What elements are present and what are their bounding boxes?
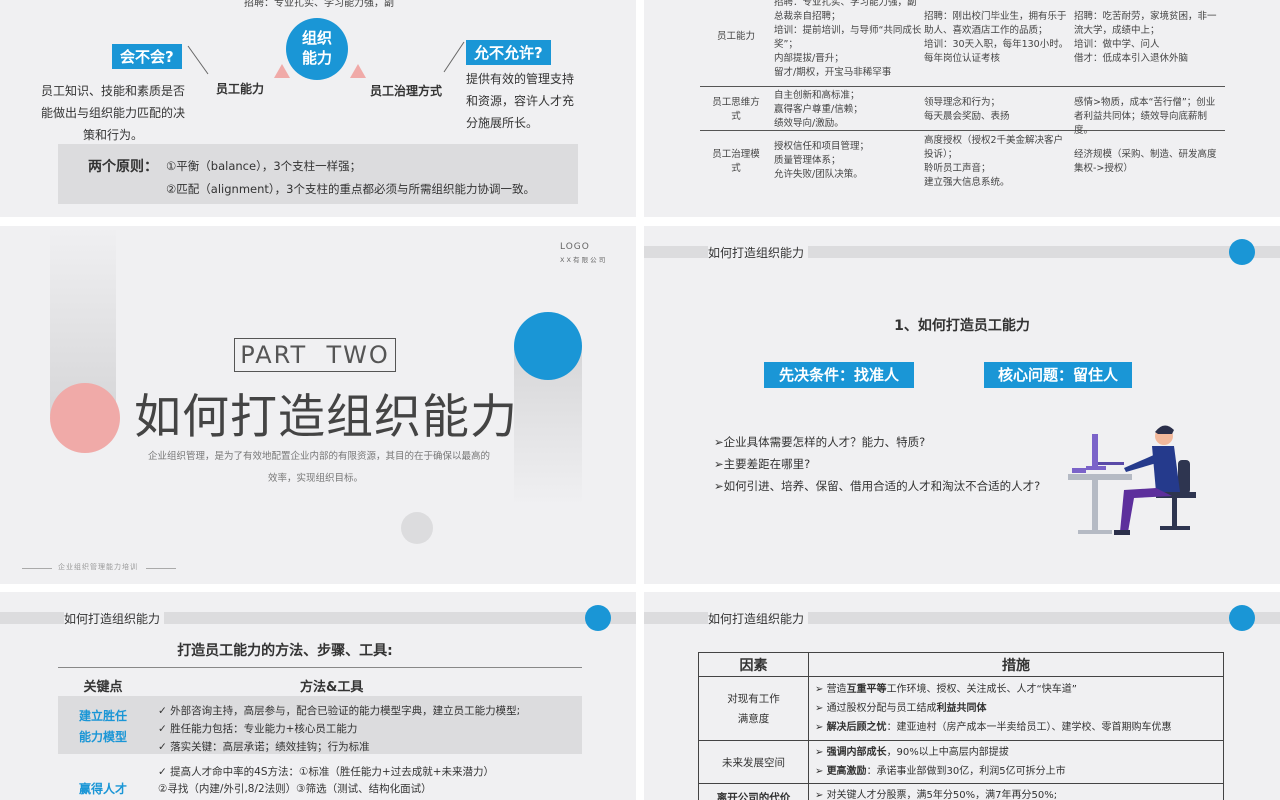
- section-title: 如何打造组织能力: [134, 390, 518, 445]
- slide-thumbnail-5[interactable]: 如何打造组织能力 打造员工能力的方法、步骤、工具: 关键点 方法&工具 建立胜任…: [0, 592, 636, 800]
- row-label: 员工能力: [716, 31, 755, 42]
- slide-header: 如何打造组织能力: [708, 244, 809, 261]
- footer-text: 企业组织管理能力培训: [58, 563, 138, 571]
- principle-alignment: ②匹配（alignment），3个支柱的重点都必须与所需组织能力协调一致。: [166, 182, 535, 196]
- col-header-methods: 方法&工具: [300, 680, 364, 695]
- employee-governance-label: 员工治理方式: [370, 84, 443, 98]
- factor-cell: 对现有工作 满意度: [698, 676, 809, 741]
- measures-table: 因素 措施 对现有工作 满意度 ➢ 营造互重平等工作环境、授权、关注成长、人才“…: [698, 652, 1224, 800]
- method-item: ✓ 提高人才命中率的4S方法：①标准（胜任能力+过去成就+未来潜力）: [158, 766, 494, 778]
- company-a-cell: 授权信任和项目管理； 质量管理体系； 允许失败/团队决策。: [774, 141, 870, 180]
- company-c-cell: 经济规模（采购、制造、研发高度集权->授权）: [1074, 149, 1217, 174]
- measure-item: ➢ 解决后顾之忧：建亚迪村（房产成本一半卖给员工）、建学校、零首期购车优惠: [815, 722, 1172, 733]
- method-item: ✓ 外部咨询主持，高层参与，配合已验证的能力模型字典，建立员工能力模型;: [158, 705, 521, 717]
- triangle-left-shape: [274, 64, 290, 78]
- top-cut-text: 招聘：专业扎实、学习能力强，副: [244, 0, 394, 9]
- row-label: 员工思维方式: [712, 97, 760, 122]
- triangle-right-shape: [350, 64, 366, 78]
- factor-cell: 离开公司的代价: [698, 783, 809, 800]
- col-header-factor: 因素: [698, 652, 809, 677]
- header-dot: [585, 605, 611, 631]
- small-gray-circle: [401, 512, 433, 544]
- row-label: 员工治理模式: [712, 149, 760, 174]
- company-b-cell: 领导理念和行为； 每天晨会奖励、表扬: [924, 97, 1010, 122]
- measure-item: ➢ 强调内部成长，90%以上中高层内部提拔: [815, 747, 1009, 758]
- col-header-key: 关键点: [83, 680, 123, 695]
- measures-cell: ➢ 营造互重平等工作环境、授权、关注成长、人才“快车道” ➢ 通过股权分配与员工…: [808, 676, 1224, 741]
- question-2: ➢主要差距在哪里?: [714, 457, 811, 471]
- blue-circle: [514, 312, 582, 380]
- org-capability-circle: 组织 能力: [286, 18, 348, 80]
- company-a-cell: 自主创新和高标准； 赢得客户尊重/信赖； 绩效导向/激励。: [774, 90, 863, 129]
- company-b-cell: 招聘：刚出校门毕业生，拥有乐于助人、喜欢酒店工作的品质； 培训：30天入职，每年…: [924, 11, 1069, 64]
- section-desc-line2: 效率，实现组织目标。: [268, 473, 364, 484]
- principle-balance: ①平衡（balance），3个支柱一样强；: [166, 159, 362, 173]
- question-3: ➢如何引进、培养、保留、借用合适的人才和淘汰不合适的人才?: [714, 479, 1041, 493]
- company-a-cell: 招聘：专业扎实、学习能力强，副总裁亲自招聘； 培训：提前培训，与导师“共同成长奖…: [774, 0, 922, 78]
- logo-text: LOGO: [560, 242, 590, 252]
- key-point-label: 赢得人才: [78, 782, 127, 796]
- measures-cell: ➢ 强调内部成长，90%以上中高层内部提拔 ➢ 更高激励：承诺事业部做到30亿，…: [808, 740, 1224, 784]
- method-item: ②寻找（内建/外引,8/2法则）③筛选（测试、结构化面试）: [158, 783, 432, 795]
- header-dot: [1229, 239, 1255, 265]
- left-description: 员工知识、技能和素质是否能做出与组织能力匹配的决策和行为。: [40, 84, 185, 142]
- prerequisite-box: 先决条件：找准人: [764, 362, 914, 388]
- section-desc-line1: 企业组织管理，是为了有效地配置企业内部的有限资源，其目的在于确保以最高的: [148, 451, 491, 462]
- left-tag: 会不会?: [112, 44, 182, 69]
- employee-capability-label: 员工能力: [216, 82, 265, 96]
- slide-title: 打造员工能力的方法、步骤、工具:: [177, 643, 393, 659]
- core-issue-box: 核心问题：留住人: [984, 362, 1132, 388]
- principles-title: 两个原则：: [88, 159, 158, 175]
- table-top-rule: [58, 667, 582, 668]
- measure-item: ➢ 对关键人才分股票，满5年分50%，满7年再分50%;: [815, 790, 1058, 800]
- company-c-cell: 感情>物质，成本“苦行僧”；创业者利益共同体；绩效导向底薪制度。: [1074, 97, 1216, 136]
- measure-item: ➢ 更高激励：承诺事业部做到30亿，利润5亿可拆分上市: [815, 766, 1066, 777]
- slide-thumbnail-4[interactable]: 如何打造组织能力 1、如何打造员工能力 先决条件：找准人 核心问题：留住人 ➢企…: [644, 226, 1280, 584]
- slide-thumbnail-6[interactable]: 如何打造组织能力 因素 措施 对现有工作 满意度 ➢ 营造互重平等工作环境、授权…: [644, 592, 1280, 800]
- question-1: ➢企业具体需要怎样的人才？能力、特质?: [714, 435, 926, 449]
- right-connector-line: [443, 41, 465, 73]
- col-header-measures: 措施: [808, 652, 1224, 677]
- part-two-box: PART TWO: [234, 338, 396, 372]
- right-tag: 允不允许?: [466, 40, 551, 65]
- header-dot: [1229, 605, 1255, 631]
- right-description: 提供有效的管理支持和资源，容许人才充分施展所长。: [466, 72, 575, 130]
- footer-rule-left: [22, 568, 52, 569]
- measures-cell: ➢ 对关键人才分股票，满5年分50%，满7年再分50%;: [808, 783, 1224, 800]
- person-at-desk-illustration: [1068, 425, 1196, 535]
- slide-header: 如何打造组织能力: [64, 610, 165, 627]
- factor-cell: 未来发展空间: [698, 740, 809, 784]
- pink-circle: [50, 383, 120, 453]
- slide-thumbnail-2[interactable]: 员工能力 招聘：专业扎实、学习能力强，副总裁亲自招聘； 培训：提前培训，与导师“…: [644, 0, 1280, 217]
- company-b-cell: 高度授权（授权2千美金解决客户投诉）； 聆听员工声音； 建立强大信息系统。: [924, 135, 1064, 188]
- left-connector-line: [187, 45, 209, 75]
- slide-title: 1、如何打造员工能力: [894, 318, 1030, 334]
- slide-thumbnail-3[interactable]: LOGO X X 有 限 公 司 PART TWO 如何打造组织能力 企业组织管…: [0, 226, 636, 584]
- measure-item: ➢ 营造互重平等工作环境、授权、关注成长、人才“快车道”: [815, 684, 1077, 695]
- method-item: ✓ 胜任能力包括：专业能力+核心员工能力: [158, 723, 358, 735]
- method-item: ✓ 落实关键：高层承诺；绩效挂钩；行为标准: [158, 741, 370, 753]
- principles-box: 两个原则： ①平衡（balance），3个支柱一样强； ②匹配（alignmen…: [58, 144, 578, 204]
- table-divider: [700, 86, 1225, 87]
- slide-thumbnail-1[interactable]: 招聘：专业扎实、学习能力强，副 组织 能力 会不会? 员工知识、技能和素质是否能…: [0, 0, 636, 217]
- company-name: X X 有 限 公 司: [560, 256, 606, 264]
- slide-header: 如何打造组织能力: [708, 610, 809, 627]
- key-point-label: 建立胜任 能力模型: [78, 709, 127, 744]
- measure-item: ➢ 通过股权分配与员工结成利益共同体: [815, 703, 987, 714]
- footer-rule-right: [146, 568, 176, 569]
- company-c-cell: 招聘：吃苦耐劳，家境贫困，非一流大学，成绩中上； 培训：做中学、问人 借才：低成…: [1074, 11, 1217, 64]
